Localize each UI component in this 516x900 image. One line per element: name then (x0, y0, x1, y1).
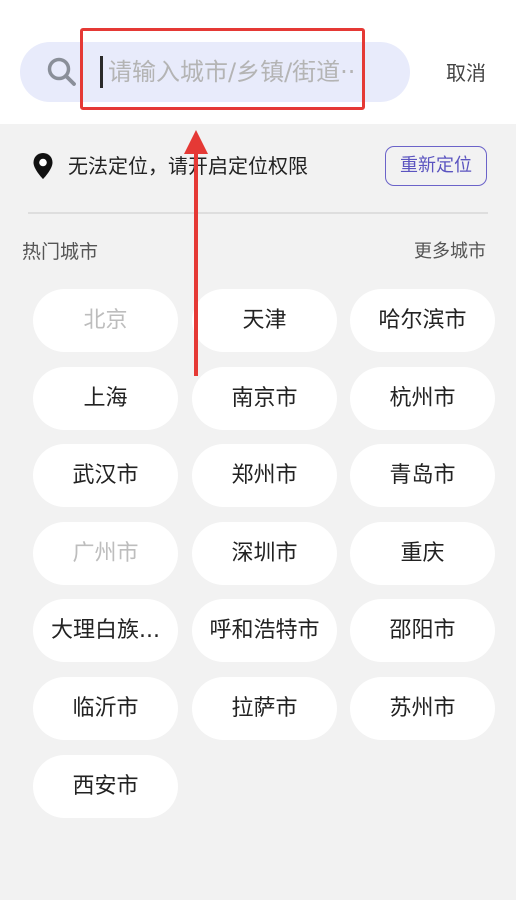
city-chip[interactable]: 重庆 (350, 522, 495, 585)
city-chip[interactable]: 上海 (33, 367, 178, 430)
relocate-button[interactable]: 重新定位 (385, 146, 487, 186)
city-chip[interactable]: 北京 (33, 289, 178, 352)
city-chip[interactable]: 武汉市 (33, 444, 178, 507)
search-icon (47, 57, 76, 86)
city-chip[interactable]: 大理白族... (33, 599, 178, 662)
divider (28, 212, 488, 214)
hot-cities-title: 热门城市 (22, 241, 99, 263)
city-chip[interactable]: 临沂市 (33, 677, 178, 740)
city-chip[interactable]: 呼和浩特市 (192, 599, 337, 662)
city-chip[interactable]: 郑州市 (192, 444, 337, 507)
city-chip[interactable]: 天津 (192, 289, 337, 352)
location-status-row: 无法定位，请开启定位权限 重新定位 (0, 140, 516, 192)
city-chip[interactable]: 拉萨市 (192, 677, 337, 740)
city-chip[interactable]: 深圳市 (192, 522, 337, 585)
city-chip[interactable]: 广州市 (33, 522, 178, 585)
city-chip[interactable]: 南京市 (192, 367, 337, 430)
city-chip[interactable]: 哈尔滨市 (350, 289, 495, 352)
city-chip[interactable]: 杭州市 (350, 367, 495, 430)
search-input-highlight-box (80, 28, 365, 110)
cancel-button[interactable]: 取消 (446, 58, 486, 88)
city-chip[interactable]: 邵阳市 (350, 599, 495, 662)
location-pin-icon (33, 153, 53, 179)
city-chip[interactable]: 西安市 (33, 755, 178, 818)
city-chip[interactable]: 青岛市 (350, 444, 495, 507)
search-header: 请输入城市/乡镇/街道·· 取消 (0, 0, 516, 124)
city-chip[interactable]: 苏州市 (350, 677, 495, 740)
more-cities-link[interactable]: 更多城市 (414, 238, 486, 266)
arrow-up-icon (184, 130, 208, 376)
